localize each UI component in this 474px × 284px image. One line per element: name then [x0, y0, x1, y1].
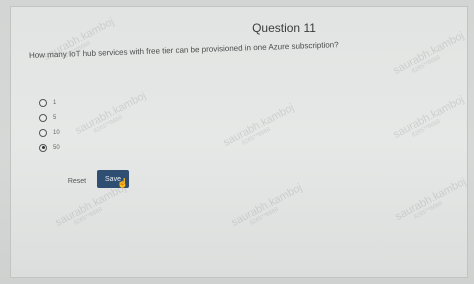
- radio-button[interactable]: [39, 128, 47, 137]
- watermark: saurabh.kamboj 8265**8668: [53, 181, 129, 230]
- answer-options: 1 5 10 50: [39, 95, 60, 155]
- question-panel: Question 11 How many IoT hub services wi…: [10, 6, 468, 278]
- option-5[interactable]: 5: [39, 110, 60, 125]
- watermark: saurabh.kamboj 8265**8668: [391, 93, 467, 142]
- option-1[interactable]: 1: [39, 95, 60, 110]
- question-text: How many IoT hub services with free tier…: [28, 40, 339, 60]
- radio-button[interactable]: [39, 98, 47, 107]
- watermark: saurabh.kamboj 8265**8668: [221, 101, 297, 150]
- option-50[interactable]: 50: [39, 140, 60, 155]
- hand-cursor-icon: ☝: [117, 178, 129, 188]
- watermark: saurabh.kamboj 8265**8668: [229, 181, 305, 230]
- screen: Question 11 How many IoT hub services wi…: [0, 0, 474, 284]
- watermark: saurabh.kamboj 8265**8668: [393, 175, 469, 224]
- reset-button[interactable]: Reset: [59, 174, 95, 188]
- option-label: 10: [53, 129, 60, 136]
- option-10[interactable]: 10: [39, 125, 60, 140]
- question-title: Question 11: [252, 21, 316, 35]
- radio-button-selected[interactable]: [39, 143, 47, 152]
- radio-button[interactable]: [39, 113, 47, 122]
- option-label: 5: [53, 114, 57, 121]
- option-label: 1: [53, 99, 57, 106]
- option-label: 50: [53, 144, 60, 151]
- watermark: saurabh.kamboj 8265**8668: [73, 89, 149, 138]
